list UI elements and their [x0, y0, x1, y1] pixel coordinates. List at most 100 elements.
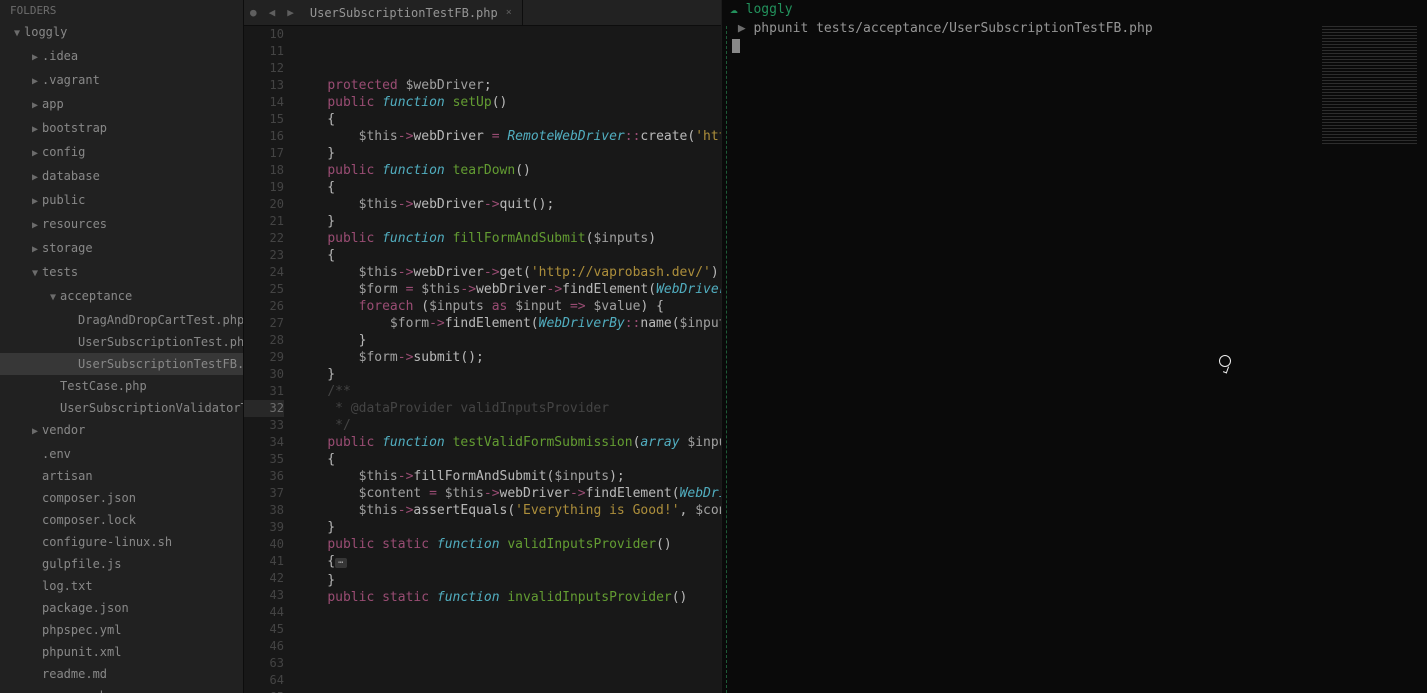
close-icon[interactable]: × [506, 7, 512, 18]
folder-item[interactable]: ▶resources [0, 213, 243, 237]
folder-item[interactable]: ▶.vagrant [0, 69, 243, 93]
cloud-icon: ☁ [730, 2, 738, 17]
tree-item-label: database [42, 169, 100, 183]
file-item[interactable]: composer.lock [0, 509, 243, 531]
file-item[interactable]: log.txt [0, 575, 243, 597]
tree-item-label: artisan [42, 469, 93, 483]
chevron-icon: ▶ [32, 423, 42, 441]
file-item[interactable]: composer.json [0, 487, 243, 509]
line-number: 23 [244, 247, 284, 264]
file-item[interactable]: phpspec.yml [0, 619, 243, 641]
tree-item-label: storage [42, 241, 93, 255]
folder-item[interactable]: ▶database [0, 165, 243, 189]
line-number: 41 [244, 553, 284, 570]
minimap-content-right [1322, 26, 1417, 146]
line-number: 13 [244, 77, 284, 94]
line-number: 38 [244, 502, 284, 519]
folder-item[interactable]: ▶bootstrap [0, 117, 243, 141]
tree-item-label: UserSubscriptionTest.php [78, 335, 244, 349]
tree-item-label: TestCase.php [60, 379, 147, 393]
mouse-cursor-icon [1219, 355, 1231, 367]
line-number: 43 [244, 587, 284, 604]
line-number: 17 [244, 145, 284, 162]
file-item[interactable]: readme.md [0, 663, 243, 685]
file-item[interactable]: UserSubscriptionTestFB.php [0, 353, 243, 375]
line-number: 30 [244, 366, 284, 383]
folder-item[interactable]: ▼acceptance [0, 285, 243, 309]
folder-item[interactable]: ▶.idea [0, 45, 243, 69]
file-item[interactable]: artisan [0, 465, 243, 487]
chevron-icon: ▶ [32, 49, 42, 67]
file-item[interactable]: configure-linux.sh [0, 531, 243, 553]
file-item[interactable]: server.php [0, 685, 243, 693]
chevron-icon: ▶ [32, 193, 42, 211]
tree-item-label: log.txt [42, 579, 93, 593]
line-number: 39 [244, 519, 284, 536]
tree-item-label: .vagrant [42, 73, 100, 87]
tree-item-label: .idea [42, 49, 78, 63]
line-number: 24 [244, 264, 284, 281]
line-number: 40 [244, 536, 284, 553]
folder-item[interactable]: ▼loggly [0, 21, 243, 45]
tab-label: UserSubscriptionTestFB.php [310, 6, 498, 20]
line-number: 29 [244, 349, 284, 366]
chevron-icon: ▶ [32, 145, 42, 163]
line-number: 10 [244, 26, 284, 43]
line-number: 14 [244, 94, 284, 111]
line-number: 11 [244, 43, 284, 60]
line-number: 20 [244, 196, 284, 213]
tree-item-label: UserSubscriptionValidatorTest.php [60, 401, 244, 415]
line-number: 32 [244, 400, 284, 417]
file-item[interactable]: UserSubscriptionTest.php [0, 331, 243, 353]
line-number: 16 [244, 128, 284, 145]
line-number: 65 [244, 689, 284, 693]
nav-forward-icon[interactable]: ▶ [281, 6, 300, 19]
tree-item-label: server.php [42, 689, 114, 693]
chevron-icon: ▶ [32, 121, 42, 139]
file-item[interactable]: .env [0, 443, 243, 465]
chevron-icon: ▶ [32, 241, 42, 259]
tree-item-label: configure-linux.sh [42, 535, 172, 549]
column-ruler [726, 26, 727, 693]
line-number: 15 [244, 111, 284, 128]
folder-item[interactable]: ▶app [0, 93, 243, 117]
file-item[interactable]: package.json [0, 597, 243, 619]
terminal-command: phpunit tests/acceptance/UserSubscriptio… [753, 21, 1152, 36]
terminal-cwd: loggly [746, 2, 793, 17]
tree-item-label: phpspec.yml [42, 623, 121, 637]
file-item[interactable]: DragAndDropCartTest.php [0, 309, 243, 331]
tree-item-label: phpunit.xml [42, 645, 121, 659]
chevron-icon: ▶ [32, 73, 42, 91]
folder-item[interactable]: ▶storage [0, 237, 243, 261]
line-number: 22 [244, 230, 284, 247]
tab-active[interactable]: UserSubscriptionTestFB.php × [300, 0, 523, 26]
tree-item-label: DragAndDropCartTest.php [78, 313, 244, 327]
file-item[interactable]: TestCase.php [0, 375, 243, 397]
file-tree-sidebar[interactable]: FOLDERS ▼loggly▶.idea▶.vagrant▶app▶boots… [0, 0, 244, 693]
file-item[interactable]: UserSubscriptionValidatorTest.php [0, 397, 243, 419]
tree-item-label: package.json [42, 601, 129, 615]
file-item[interactable]: gulpfile.js [0, 553, 243, 575]
file-item[interactable]: phpunit.xml [0, 641, 243, 663]
nav-back-icon[interactable]: ◀ [263, 6, 282, 19]
folder-item[interactable]: ▶public [0, 189, 243, 213]
folder-item[interactable]: ▶config [0, 141, 243, 165]
chevron-icon: ▼ [50, 289, 60, 307]
line-number-gutter: 1011121314151617181920212223242526272829… [244, 26, 296, 693]
chevron-icon: ▶ [32, 217, 42, 235]
tree-item-label: tests [42, 265, 78, 279]
tab-dot-icon: ● [244, 6, 263, 19]
line-number: 36 [244, 468, 284, 485]
line-number: 31 [244, 383, 284, 400]
line-number: 28 [244, 332, 284, 349]
line-number: 37 [244, 485, 284, 502]
line-number: 34 [244, 434, 284, 451]
line-number: 25 [244, 281, 284, 298]
tree-item-label: loggly [24, 25, 67, 39]
chevron-icon: ▶ [32, 97, 42, 115]
sidebar-header: FOLDERS [0, 0, 243, 21]
folder-item[interactable]: ▼tests [0, 261, 243, 285]
line-number: 35 [244, 451, 284, 468]
terminal-panel[interactable]: ☁ loggly ▶ phpunit tests/acceptance/User… [721, 0, 1427, 693]
folder-item[interactable]: ▶vendor [0, 419, 243, 443]
